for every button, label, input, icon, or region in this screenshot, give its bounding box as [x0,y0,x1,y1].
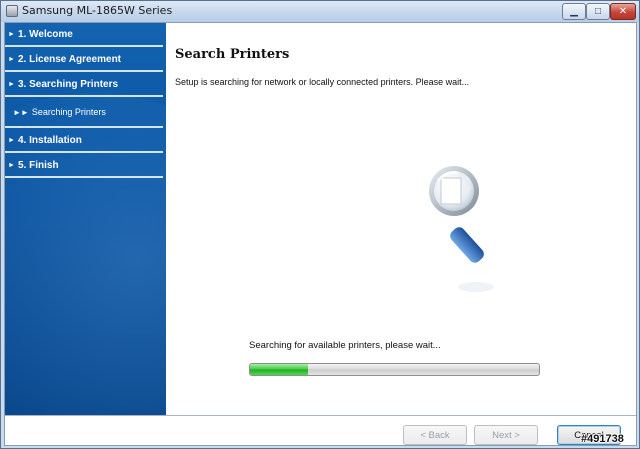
step-label: 3. Searching Printers [18,78,119,90]
substep-label: Searching Printers [31,107,106,117]
step-label: 5. Finish [18,159,59,171]
step-arrow-icon: ► [8,55,15,63]
step-installation: ► 4. Installation [5,129,163,153]
window-title: Samsung ML-1865W Series [22,4,173,17]
search-status-text: Searching for available printers, please… [249,340,441,351]
main-panel: Search Printers Setup is searching for n… [166,23,636,415]
step-welcome: ► 1. Welcome [5,23,163,47]
steps-sidebar: ► 1. Welcome ► 2. License Agreement ► 3.… [5,23,166,415]
double-arrow-icon: ►► [13,107,29,117]
image-id-watermark: #491738 [581,433,624,445]
maximize-button[interactable]: □ [586,3,610,20]
step-arrow-icon: ► [8,80,15,88]
step-label: 2. License Agreement [18,53,122,65]
next-button[interactable]: Next > [474,425,538,445]
step-finish: ► 5. Finish [5,154,163,178]
step-searching-printers: ► 3. Searching Printers [5,73,163,97]
minimize-button[interactable]: ▁ [562,3,586,20]
client-area: ► 1. Welcome ► 2. License Agreement ► 3.… [4,22,637,446]
step-arrow-icon: ► [8,136,15,144]
substep-searching-printers: ►► Searching Printers [5,98,163,128]
step-arrow-icon: ► [8,30,15,38]
step-license-agreement: ► 2. License Agreement [5,48,163,72]
button-bar: < Back Next > Cancel [5,415,636,445]
page-title: Search Printers [175,47,290,62]
page-description: Setup is searching for network or locall… [175,77,470,87]
step-label: 1. Welcome [18,28,73,40]
progress-fill [250,364,308,375]
step-arrow-icon: ► [8,161,15,169]
app-icon [6,5,18,17]
installer-window: Samsung ML-1865W Series ▁ □ ✕ ► 1. Welco… [0,0,640,449]
close-button[interactable]: ✕ [610,3,636,20]
search-progress-bar [249,363,540,376]
step-label: 4. Installation [18,134,82,146]
magnifier-icon [429,166,494,292]
title-bar[interactable]: Samsung ML-1865W Series ▁ □ ✕ [1,1,639,22]
back-button[interactable]: < Back [403,425,467,445]
